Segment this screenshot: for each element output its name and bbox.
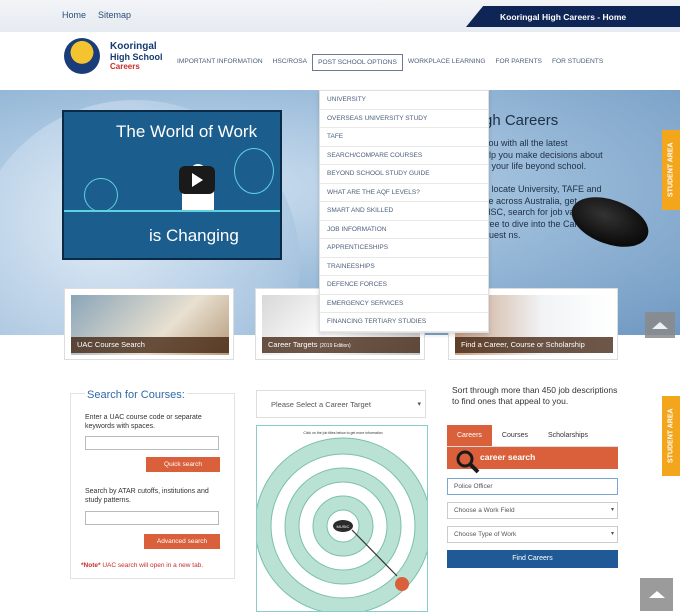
dropdown-item-university[interactable]: UNIVERSITY [320, 91, 488, 110]
dropdown-item-apprenticeships[interactable]: APPRENTICESHIPS [320, 239, 488, 258]
site-title-banner: Kooringal High Careers - Home [466, 6, 680, 27]
career-keyword-input[interactable]: Police Officer [447, 478, 618, 495]
career-target-select[interactable]: Please Select a Career Target ▾ [256, 390, 426, 418]
scroll-to-top-button[interactable] [645, 312, 675, 338]
chevron-up-icon [652, 321, 668, 329]
advanced-search-description: Search by ATAR cutoffs, institutions and… [85, 488, 209, 504]
card-label-text: Career Targets [268, 340, 318, 349]
header: Kooringal High School Careers IMPORTANT … [0, 32, 680, 90]
card-label-small: (2019 Edition) [319, 343, 351, 349]
nav-post-school-options[interactable]: POST SCHOOL OPTIONS [312, 54, 403, 71]
sitemap-link[interactable]: Sitemap [98, 10, 131, 20]
top-bar: Home Sitemap Kooringal High Careers - Ho… [0, 0, 680, 32]
play-button[interactable] [179, 166, 215, 194]
logo-line-3: Careers [110, 62, 140, 71]
search-icon [456, 450, 480, 474]
advanced-search-input[interactable] [85, 511, 219, 525]
chevron-down-icon: ▾ [610, 507, 614, 513]
dropdown-item-financing-tertiary-studies[interactable]: FINANCING TERTIARY STUDIES [320, 313, 488, 332]
type-of-work-select-label: Choose Type of Work [454, 531, 517, 538]
hero-text-line: d your life beyond school. [484, 161, 587, 171]
search-tabs: Careers Courses Scholarships [447, 425, 618, 447]
video-title-line-1: The World of Work [116, 122, 258, 141]
logo-line-2: High School [110, 52, 163, 62]
career-target-diagram: Click on the job titles below to get mor… [257, 431, 427, 611]
school-crest-logo[interactable] [64, 38, 100, 74]
hero-text-line [484, 173, 644, 185]
student-area-tab-bottom[interactable]: STUDENT AREA [662, 396, 680, 476]
nav-for-students[interactable]: FOR STUDENTS [547, 54, 608, 71]
video-title-line-2: is Changing [149, 226, 239, 245]
card-label: UAC Course Search [71, 337, 229, 353]
career-search-intro: Sort through more than 450 job descripti… [452, 385, 618, 406]
uac-note: *Note* UAC search will open in a new tab… [81, 562, 203, 569]
dropdown-item-beyond-school-study-guide[interactable]: BEYOND SCHOOL STUDY GUIDE [320, 165, 488, 184]
career-search-header: career search [447, 447, 618, 474]
logo-line-1: Kooringal [110, 41, 157, 52]
career-target-select-label: Please Select a Career Target [271, 400, 371, 409]
post-school-options-dropdown: UNIVERSITY OVERSEAS UNIVERSITY STUDY TAF… [319, 90, 489, 333]
ground-line [64, 210, 280, 212]
search-box-title: Search for Courses: [85, 389, 187, 401]
advanced-search-button[interactable]: Advanced search [144, 534, 220, 549]
dropdown-item-job-information[interactable]: JOB INFORMATION [320, 221, 488, 239]
career-target-chart[interactable]: Click on the job titles below to get mor… [256, 425, 428, 612]
nav-workplace-learning[interactable]: WORKPLACE LEARNING [403, 54, 491, 71]
top-links: Home Sitemap [62, 10, 131, 20]
dropdown-item-traineeships[interactable]: TRAINEESHIPS [320, 258, 488, 276]
search-description: Enter a UAC course code or separate keyw… [85, 414, 202, 430]
quick-search-button[interactable]: Quick search [146, 457, 220, 472]
center-label: MUSIC [337, 524, 350, 529]
nav-important-information[interactable]: IMPORTANT INFORMATION [172, 54, 268, 71]
logo-text[interactable]: Kooringal High School Careers [110, 42, 163, 72]
hero-text-line: o locate University, TAFE and [484, 184, 602, 194]
card-label: Find a Career, Course or Scholarship [455, 337, 613, 353]
uac-course-search-card[interactable]: UAC Course Search [64, 288, 234, 360]
dropdown-item-emergency-services[interactable]: EMERGENCY SERVICES [320, 295, 488, 313]
dropdown-item-search-compare-courses[interactable]: SEARCH/COMPARE COURSES [320, 147, 488, 165]
nav-hsc-rosa[interactable]: HSC/ROSA [268, 54, 312, 71]
find-careers-button[interactable]: Find Careers [447, 550, 618, 568]
tab-careers[interactable]: Careers [447, 425, 492, 446]
card-label: Career Targets (2019 Edition) [262, 337, 420, 353]
chevron-down-icon: ▾ [610, 531, 614, 537]
dropdown-item-defence-forces[interactable]: DEFENCE FORCES [320, 276, 488, 295]
student-area-tab-top[interactable]: STUDENT AREA [662, 130, 680, 210]
tree-illustration [84, 178, 118, 212]
course-keyword-input[interactable] [85, 436, 219, 450]
dropdown-item-aqf-levels[interactable]: WHAT ARE THE AQF LEVELS? [320, 184, 488, 202]
work-field-select[interactable]: Choose a Work Field ▾ [447, 502, 618, 519]
video-player[interactable]: The World of Work is Changing [62, 110, 282, 260]
dropdown-item-tafe[interactable]: TAFE [320, 128, 488, 147]
tab-scholarships[interactable]: Scholarships [538, 425, 598, 446]
card-label-text: UAC Course Search [77, 340, 145, 349]
card-label-text: Find a Career, Course or Scholarship [461, 340, 585, 349]
uac-search-box: Search for Courses: Enter a UAC course c… [70, 389, 235, 579]
dropdown-item-overseas-university[interactable]: OVERSEAS UNIVERSITY STUDY [320, 110, 488, 128]
chevron-down-icon: ▾ [417, 401, 421, 408]
main-nav: IMPORTANT INFORMATION HSC/ROSA POST SCHO… [172, 54, 608, 71]
chart-header-text: Click on the job titles below to get mor… [303, 431, 382, 435]
chevron-up-icon [648, 591, 665, 598]
hero-text-line: elp you make decisions about [484, 149, 603, 160]
scroll-to-top-button-bottom[interactable] [640, 578, 673, 611]
hero-heading: gh Careers [484, 112, 559, 129]
tab-courses[interactable]: Courses [492, 425, 538, 446]
hero-text-line: you with all the latest [484, 138, 568, 148]
note-text: UAC search will open in a new tab. [100, 562, 204, 569]
tree-illustration [234, 148, 274, 194]
career-search-label: career search [480, 452, 536, 462]
dart-flight [395, 577, 409, 591]
note-label: *Note* [81, 562, 101, 569]
work-field-select-label: Choose a Work Field [454, 507, 515, 514]
dropdown-item-smart-and-skilled[interactable]: SMART AND SKILLED [320, 202, 488, 221]
home-link[interactable]: Home [62, 10, 86, 20]
type-of-work-select[interactable]: Choose Type of Work ▾ [447, 526, 618, 543]
play-icon [191, 173, 203, 187]
nav-for-parents[interactable]: FOR PARENTS [491, 54, 547, 71]
